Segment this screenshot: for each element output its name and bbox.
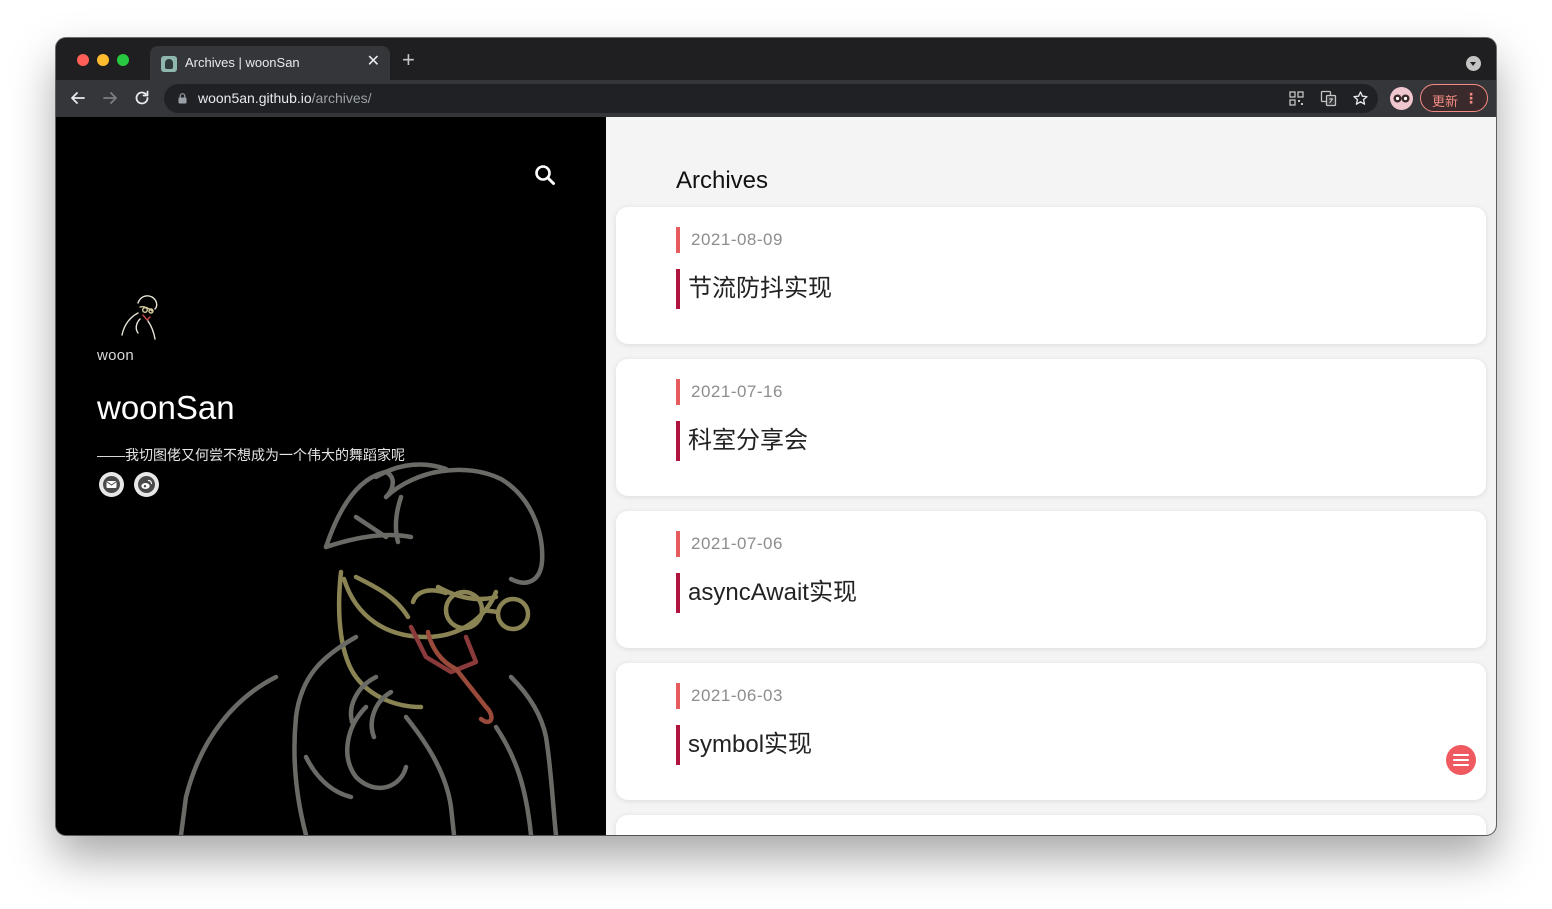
- site-title[interactable]: woonSan: [97, 389, 235, 427]
- post-card[interactable]: 2021-07-16 科室分享会: [616, 359, 1486, 496]
- maximize-window-button[interactable]: [117, 54, 129, 66]
- url-text: woon5an.github.io/archives/: [198, 90, 372, 106]
- lock-icon: [178, 93, 187, 104]
- post-title-link[interactable]: symbol实现: [676, 725, 812, 765]
- menu-line-icon: [1453, 759, 1469, 761]
- post-title-link[interactable]: asyncAwait实现: [676, 573, 857, 613]
- tab-close-icon[interactable]: ✕: [367, 53, 380, 71]
- update-label: 更新: [1432, 94, 1459, 109]
- post-title-link[interactable]: 科室分享会: [676, 421, 808, 461]
- new-tab-button[interactable]: +: [402, 49, 415, 71]
- post-date: 2021-07-06: [676, 531, 783, 557]
- close-window-button[interactable]: [77, 54, 89, 66]
- menu-line-icon: [1453, 754, 1469, 756]
- search-icon[interactable]: [534, 164, 556, 186]
- site-subtitle: ——我切图佬又何尝不想成为一个伟大的舞蹈家呢: [97, 447, 405, 463]
- back-icon[interactable]: [67, 87, 89, 109]
- post-card[interactable]: 2021-08-09 节流防抖实现: [616, 207, 1486, 344]
- post-date: 2021-06-03: [676, 683, 783, 709]
- page-viewport: woon woonSan ——我切图佬又何尝不想成为一个伟大的舞蹈家呢 Arch…: [56, 117, 1496, 835]
- avatar: [121, 295, 158, 340]
- more-menu-icon[interactable]: ⋮: [1464, 90, 1478, 107]
- email-link[interactable]: [99, 472, 124, 497]
- update-button[interactable]: 更新 ⋮: [1420, 84, 1488, 112]
- post-card[interactable]: 2021-07-06 asyncAwait实现: [616, 511, 1486, 648]
- favicon-icon: [161, 56, 177, 72]
- tab-archives[interactable]: Archives | woonSan ✕: [150, 46, 390, 80]
- minimize-window-button[interactable]: [97, 54, 109, 66]
- post-date: 2021-08-09: [676, 227, 783, 253]
- address-bar[interactable]: woon5an.github.io/archives/: [164, 84, 1378, 113]
- post-title-link[interactable]: 节流防抖实现: [676, 269, 832, 309]
- page-title: Archives: [676, 167, 769, 194]
- email-icon: [103, 476, 120, 493]
- archives-main: Archives 2021-08-09 节流防抖实现 2021-07-16 科室…: [606, 117, 1496, 835]
- profile-glasses-icon: [1393, 94, 1410, 103]
- tab-bar: Archives | woonSan ✕ +: [56, 38, 1496, 80]
- post-card-partial[interactable]: [616, 815, 1486, 835]
- forward-icon[interactable]: [99, 87, 121, 109]
- sidebar: woon woonSan ——我切图佬又何尝不想成为一个伟大的舞蹈家呢: [56, 117, 606, 835]
- browser-toolbar: woon5an.github.io/archives/ 更新 ⋮: [56, 80, 1496, 117]
- profile-avatar[interactable]: [1390, 87, 1413, 110]
- tab-title: Archives | woonSan: [185, 55, 300, 70]
- browser-window: Archives | woonSan ✕ + woon5an.github.io…: [56, 38, 1496, 835]
- post-card[interactable]: 2021-06-03 symbol实现: [616, 663, 1486, 800]
- qr-code-icon[interactable]: [1288, 90, 1305, 107]
- bookmark-star-icon[interactable]: [1352, 90, 1369, 107]
- weibo-link[interactable]: [134, 472, 159, 497]
- tab-search-icon[interactable]: [1466, 56, 1481, 71]
- url-host: woon5an.github.io: [198, 90, 312, 106]
- reload-icon[interactable]: [131, 87, 153, 109]
- weibo-icon: [138, 476, 155, 493]
- post-date: 2021-07-16: [676, 379, 783, 405]
- menu-toggle-button[interactable]: [1446, 745, 1476, 775]
- translate-icon[interactable]: [1320, 90, 1337, 107]
- url-path: /archives/: [311, 90, 372, 106]
- menu-line-icon: [1453, 764, 1469, 766]
- avatar-caption: woon: [97, 347, 135, 364]
